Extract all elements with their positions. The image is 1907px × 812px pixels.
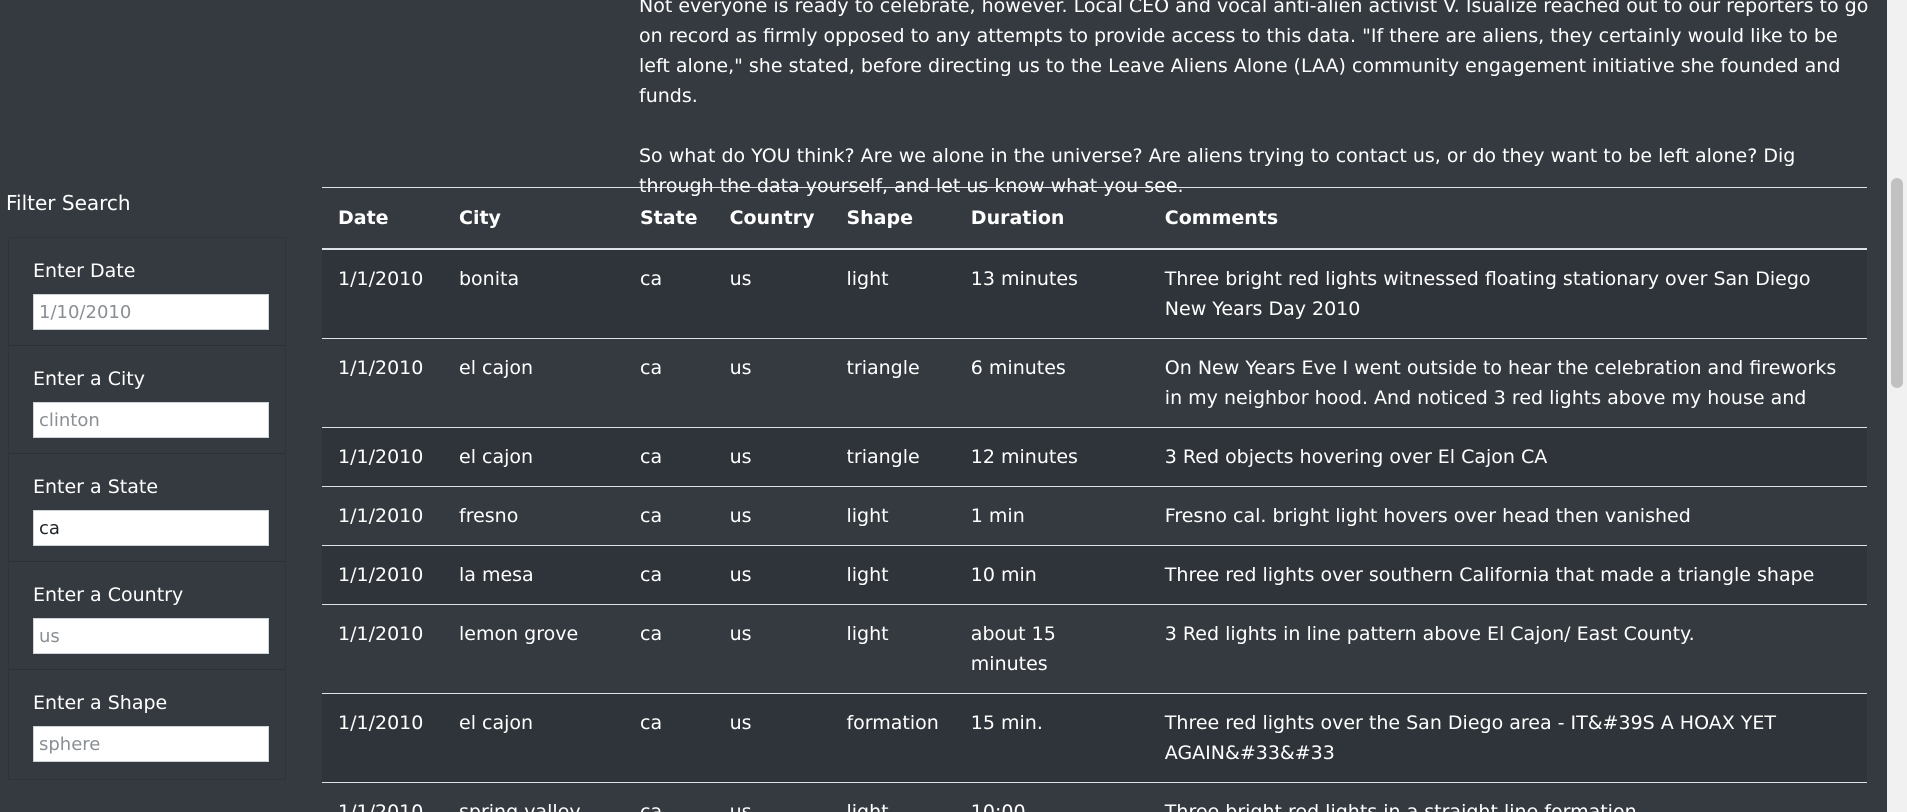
cell-date: 1/1/2010 <box>338 801 424 812</box>
table-row: 1/1/2010 el cajon ca us triangle 12 minu… <box>322 427 1867 487</box>
cell-country: us <box>729 505 752 527</box>
header-shape: Shape <box>846 207 913 229</box>
cell-date: 1/1/2010 <box>338 446 424 468</box>
table-row: 1/1/2010 la mesa ca us light 10 min Thre… <box>322 545 1867 605</box>
cell-state: ca <box>640 446 663 468</box>
header-date: Date <box>338 207 389 229</box>
header-city: City <box>459 207 501 229</box>
cell-city: el cajon <box>459 446 534 468</box>
cell-duration: 15 min. <box>970 712 1043 734</box>
cell-shape: triangle <box>846 357 920 379</box>
cell-shape: formation <box>846 712 939 734</box>
cell-comments: On New Years Eve I went outside to hear … <box>1164 357 1837 409</box>
cell-state: ca <box>640 623 663 645</box>
cell-date: 1/1/2010 <box>338 712 424 734</box>
city-filter-label: Enter a City <box>33 368 145 390</box>
filter-item-city: Enter a City <box>9 346 285 454</box>
filter-list: Enter Date Enter a City Enter a State En… <box>8 237 286 780</box>
header-country: Country <box>729 207 815 229</box>
header-duration: Duration <box>970 207 1065 229</box>
filter-item-shape: Enter a Shape <box>9 670 285 779</box>
shape-filter-input[interactable] <box>33 726 269 762</box>
state-filter-input[interactable] <box>33 510 269 546</box>
table-header-row: Date City State Country Shape Duration C… <box>322 187 1867 249</box>
cell-city: el cajon <box>459 712 534 734</box>
cell-shape: triangle <box>846 446 920 468</box>
cell-state: ca <box>640 268 663 290</box>
intro-paragraph-1: Not everyone is ready to celebrate, howe… <box>639 0 1869 107</box>
cell-comments: 3 Red objects hovering over El Cajon CA <box>1164 446 1548 468</box>
cell-city: spring valley <box>459 801 581 812</box>
table-row: 1/1/2010 fresno ca us light 1 min Fresno… <box>322 487 1867 546</box>
country-filter-input[interactable] <box>33 618 269 654</box>
cell-country: us <box>729 446 752 468</box>
filter-item-date: Enter Date <box>9 238 285 346</box>
cell-date: 1/1/2010 <box>338 268 424 290</box>
ufo-sightings-table: Date City State Country Shape Duration C… <box>322 187 1867 812</box>
cell-duration: 10:00 <box>970 801 1026 812</box>
cell-shape: light <box>846 268 889 290</box>
table-row: 1/1/2010 el cajon ca us formation 15 min… <box>322 693 1867 783</box>
ufo-table-container: Date City State Country Shape Duration C… <box>322 187 1867 812</box>
filter-item-state: Enter a State <box>9 454 285 562</box>
cell-state: ca <box>640 357 663 379</box>
cell-date: 1/1/2010 <box>338 505 424 527</box>
cell-country: us <box>729 712 752 734</box>
cell-shape: light <box>846 505 889 527</box>
table-row: 1/1/2010 bonita ca us light 13 minutes T… <box>322 249 1867 339</box>
cell-comments: 3 Red lights in line pattern above El Ca… <box>1164 623 1695 645</box>
cell-duration: 1 min <box>970 505 1025 527</box>
cell-duration: 6 minutes <box>970 357 1066 379</box>
cell-shape: light <box>846 801 889 812</box>
cell-date: 1/1/2010 <box>338 564 424 586</box>
header-state: State <box>640 207 698 229</box>
date-filter-label: Enter Date <box>33 260 136 282</box>
cell-comments: Three bright red lights in a straight li… <box>1164 801 1637 812</box>
filter-search-title: Filter Search <box>6 191 131 215</box>
country-filter-label: Enter a Country <box>33 584 184 606</box>
cell-shape: light <box>846 623 889 645</box>
cell-state: ca <box>640 505 663 527</box>
cell-comments: Fresno cal. bright light hovers over hea… <box>1164 505 1691 527</box>
shape-filter-label: Enter a Shape <box>33 692 168 714</box>
cell-comments: Three red lights over the San Diego area… <box>1164 712 1776 764</box>
page-scrollbar[interactable] <box>1887 0 1907 812</box>
table-row: 1/1/2010 lemon grove ca us light about 1… <box>322 605 1867 694</box>
cell-shape: light <box>846 564 889 586</box>
cell-city: el cajon <box>459 357 534 379</box>
filter-item-country: Enter a Country <box>9 562 285 670</box>
cell-country: us <box>729 268 752 290</box>
cell-duration: 10 min <box>970 564 1037 586</box>
table-row: 1/1/2010 spring valley ca us light 10:00… <box>322 783 1867 812</box>
header-comments: Comments <box>1164 207 1279 229</box>
cell-city: la mesa <box>459 564 534 586</box>
scrollbar-thumb[interactable] <box>1891 178 1903 388</box>
state-filter-label: Enter a State <box>33 476 159 498</box>
cell-city: lemon grove <box>459 623 579 645</box>
cell-city: bonita <box>459 268 520 290</box>
cell-duration: 12 minutes <box>970 446 1078 468</box>
table-row: 1/1/2010 el cajon ca us triangle 6 minut… <box>322 339 1867 428</box>
cell-date: 1/1/2010 <box>338 357 424 379</box>
cell-country: us <box>729 623 752 645</box>
cell-date: 1/1/2010 <box>338 623 424 645</box>
cell-country: us <box>729 801 752 812</box>
cell-state: ca <box>640 712 663 734</box>
cell-country: us <box>729 564 752 586</box>
cell-state: ca <box>640 801 663 812</box>
cell-state: ca <box>640 564 663 586</box>
city-filter-input[interactable] <box>33 402 269 438</box>
date-filter-input[interactable] <box>33 294 269 330</box>
cell-country: us <box>729 357 752 379</box>
cell-comments: Three bright red lights witnessed floati… <box>1164 268 1811 320</box>
page: Not everyone is ready to celebrate, howe… <box>0 0 1907 812</box>
cell-city: fresno <box>459 505 519 527</box>
cell-comments: Three red lights over southern Californi… <box>1164 564 1815 586</box>
cell-duration: 13 minutes <box>970 268 1078 290</box>
cell-duration: about 15 minutes <box>970 623 1056 675</box>
